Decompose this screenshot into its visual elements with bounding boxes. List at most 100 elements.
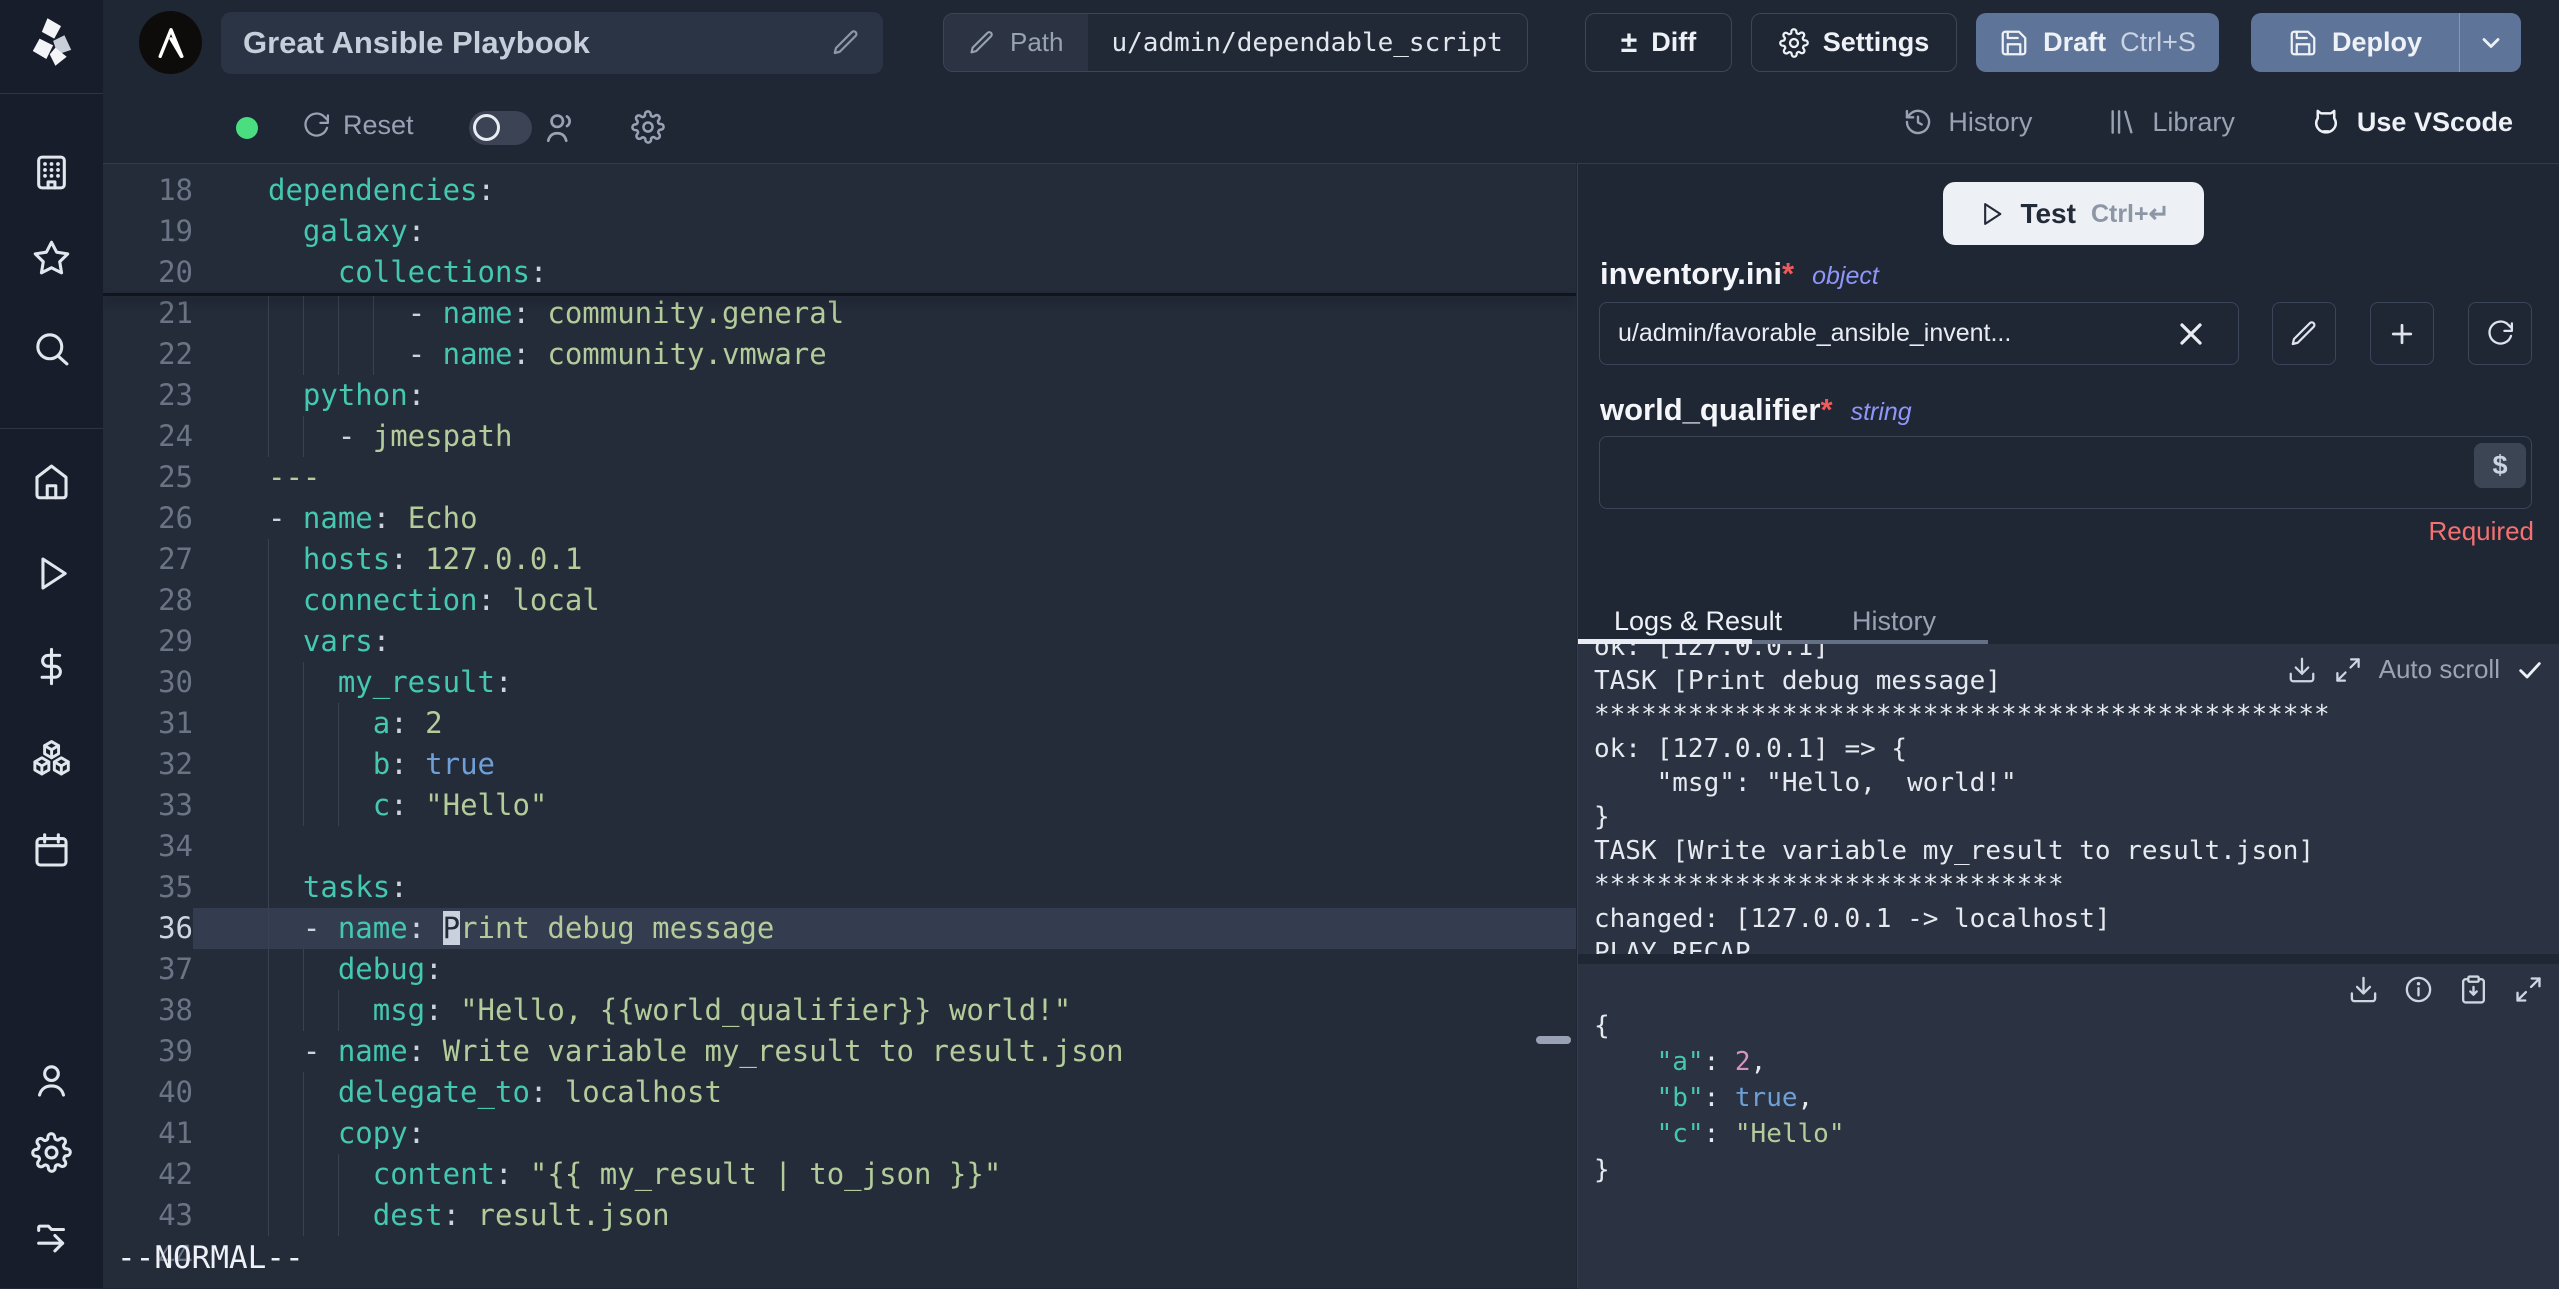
- tab-history[interactable]: History: [1852, 606, 1936, 637]
- code-line-25[interactable]: 25 ---: [103, 457, 1576, 498]
- result-line: "a": 2,: [1656, 1047, 1767, 1077]
- editor-settings-button[interactable]: [631, 110, 665, 144]
- code-line-43[interactable]: 43 dest: result.json: [103, 1195, 1576, 1236]
- code-line-33[interactable]: 33 c: "Hello": [103, 785, 1576, 826]
- line-number: 30: [158, 665, 193, 699]
- expand-result-icon[interactable]: [2513, 974, 2544, 1005]
- log-line: "msg": "Hello, world!": [1594, 768, 2017, 798]
- autoscroll-check-icon[interactable]: [2516, 656, 2544, 684]
- code-line-30[interactable]: 30 my_result:: [103, 662, 1576, 703]
- code-line-24[interactable]: 24 - jmespath: [103, 416, 1576, 457]
- line-number: 33: [158, 788, 193, 822]
- vim-mode-indicator: --NORMAL--: [117, 1240, 304, 1276]
- download-logs-icon[interactable]: [2287, 655, 2317, 685]
- favorites-star-icon[interactable]: [31, 238, 72, 279]
- download-result-icon[interactable]: [2348, 974, 2379, 1005]
- code-line-21[interactable]: 21 - name: community.general: [103, 293, 1576, 334]
- inventory-field-label: inventory.ini * object: [1600, 256, 1879, 292]
- settings-button[interactable]: Settings: [1751, 13, 1957, 72]
- code-line-37[interactable]: 37 debug:: [103, 949, 1576, 990]
- code-line-41[interactable]: 41 copy:: [103, 1113, 1576, 1154]
- insert-variable-button[interactable]: $: [2474, 443, 2526, 488]
- code-line-32[interactable]: 32 b: true: [103, 744, 1576, 785]
- code-line-23[interactable]: 23 python:: [103, 375, 1576, 416]
- history-button[interactable]: History: [1902, 106, 2032, 138]
- workspace-building-icon[interactable]: [31, 152, 72, 193]
- code-editor[interactable]: 18 dependencies: 19 galaxy: 20 collections:…: [103, 163, 1576, 1288]
- result-line: }: [1594, 1155, 1610, 1185]
- log-line: ****************************************…: [1594, 700, 2330, 730]
- code-line-42[interactable]: 42 content: "{{ my_result | to_json }}": [103, 1154, 1576, 1195]
- world-qualifier-input[interactable]: [1599, 436, 2532, 509]
- code-line-31[interactable]: 31 a: 2: [103, 703, 1576, 744]
- code-line-38[interactable]: 38 msg: "Hello, {{world_qualifier}} worl…: [103, 990, 1576, 1031]
- test-button[interactable]: Test Ctrl+↵: [1943, 182, 2204, 245]
- code-line-40[interactable]: 40 delegate_to: localhost: [103, 1072, 1576, 1113]
- line-number: 24: [158, 419, 193, 453]
- code-line-22[interactable]: 22 - name: community.vmware: [103, 334, 1576, 375]
- deploy-button[interactable]: Deploy: [2251, 13, 2459, 72]
- logout-icon[interactable]: [31, 1215, 72, 1256]
- refresh-resource-button[interactable]: [2468, 302, 2532, 365]
- variables-dollar-icon[interactable]: [31, 646, 72, 687]
- line-number: 38: [158, 993, 193, 1027]
- home-icon[interactable]: [31, 461, 72, 502]
- code-line-28[interactable]: 28 connection: local: [103, 580, 1576, 621]
- account-user-icon[interactable]: [31, 1060, 72, 1101]
- line-number: 25: [158, 460, 193, 494]
- editor-scrollbar-handle[interactable]: [1536, 1036, 1571, 1044]
- status-dot: [236, 117, 258, 139]
- diff-button[interactable]: ± Diff: [1585, 13, 1732, 72]
- plus-icon: [2387, 319, 2417, 349]
- refresh-icon: [2485, 319, 2515, 349]
- inventory-input[interactable]: [1599, 302, 2239, 365]
- deploy-dropdown-button[interactable]: [2459, 13, 2521, 72]
- diff-mode-toggle[interactable]: [469, 111, 532, 145]
- code-line-29[interactable]: 29 vars:: [103, 621, 1576, 662]
- autoscroll-label: Auto scroll: [2378, 654, 2500, 684]
- code-line-36[interactable]: 36 - name: Print debug message: [103, 908, 1576, 949]
- code-line-39[interactable]: 39 - name: Write variable my_result to r…: [103, 1031, 1576, 1072]
- add-resource-button[interactable]: [2370, 302, 2434, 365]
- info-icon[interactable]: [2403, 974, 2434, 1005]
- code-line-19[interactable]: 19 galaxy:: [103, 211, 1576, 252]
- code-line-27[interactable]: 27 hosts: 127.0.0.1: [103, 539, 1576, 580]
- copy-result-icon[interactable]: [2458, 974, 2489, 1005]
- code-line-18[interactable]: 18 dependencies:: [103, 170, 1576, 211]
- pencil-icon: [2289, 319, 2319, 349]
- windmill-logo-icon[interactable]: [26, 16, 78, 68]
- tab-logs-result[interactable]: Logs & Result: [1614, 606, 1782, 637]
- world-qualifier-field-label: world_qualifier * string: [1600, 392, 1912, 428]
- code-line-26[interactable]: 26- name: Echo: [103, 498, 1576, 539]
- deploy-split-button: Deploy: [2251, 13, 2521, 72]
- settings-gear-icon[interactable]: [31, 1132, 72, 1173]
- search-icon[interactable]: [31, 328, 72, 369]
- path-button[interactable]: Path u/admin/dependable_script: [943, 13, 1528, 72]
- save-icon: [1999, 28, 2029, 58]
- code-line-44[interactable]: 44: [103, 1236, 1576, 1277]
- draft-button[interactable]: Draft Ctrl+S: [1976, 13, 2219, 72]
- line-number: 34: [158, 829, 193, 863]
- script-title-input[interactable]: Great Ansible Playbook: [221, 12, 883, 74]
- clear-inventory-x-icon[interactable]: [2173, 316, 2209, 352]
- result-output: { "a": 2, "b": true, "c": "Hello"}: [1578, 964, 2559, 1289]
- required-asterisk: *: [1782, 256, 1795, 291]
- multiplayer-button[interactable]: [543, 110, 579, 146]
- library-button[interactable]: Library: [2106, 106, 2235, 138]
- chevron-down-icon: [2477, 29, 2505, 57]
- runs-play-icon[interactable]: [31, 553, 72, 594]
- edit-title-pencil-icon[interactable]: [831, 28, 861, 58]
- path-label-segment: Path: [944, 14, 1088, 71]
- code-line-34[interactable]: 34: [103, 826, 1576, 867]
- resources-cubes-icon[interactable]: [31, 739, 72, 780]
- result-line: "c": "Hello": [1656, 1119, 1845, 1149]
- vscode-label: Use VScode: [2356, 106, 2513, 137]
- expand-logs-icon[interactable]: [2333, 655, 2363, 685]
- reset-button[interactable]: Reset: [301, 110, 414, 141]
- code-line-20[interactable]: 20 collections:: [103, 252, 1576, 293]
- left-sidebar: [0, 0, 103, 1288]
- code-line-35[interactable]: 35 tasks:: [103, 867, 1576, 908]
- edit-inventory-button[interactable]: [2272, 302, 2336, 365]
- schedules-calendar-icon[interactable]: [31, 830, 72, 871]
- use-vscode-button[interactable]: Use VScode: [2309, 105, 2513, 139]
